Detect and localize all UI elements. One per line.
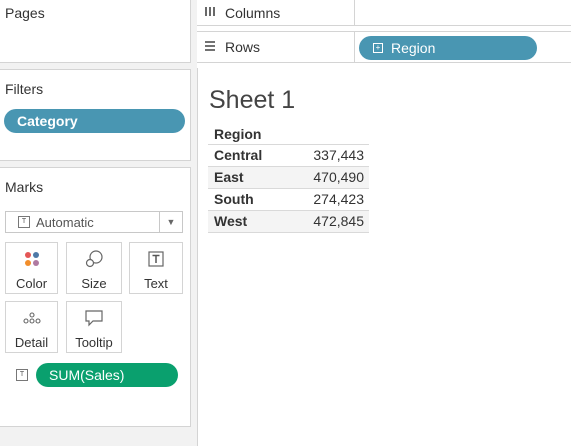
table-row[interactable]: West 472,845 [208,211,369,233]
table-header-region[interactable]: Region [208,124,369,145]
measure-pill-label: SUM(Sales) [49,367,125,383]
filters-card: Filters Category [0,69,191,161]
tooltip-button[interactable]: Tooltip [66,301,122,353]
chevron-down-icon[interactable]: ▼ [159,212,182,232]
filter-pill-category[interactable]: Category [4,109,185,133]
detail-label: Detail [14,335,49,350]
expand-icon[interactable]: + [373,43,383,53]
table-row[interactable]: East 470,490 [208,167,369,189]
rows-icon [203,40,217,55]
rows-shelf-label: Rows [197,32,355,62]
crosstab-table: Region Central 337,443 East 470,490 Sout… [208,124,369,233]
text-button[interactable]: Text [129,242,183,294]
row-label: East [214,169,244,185]
tooltip-label: Tooltip [75,335,113,350]
table-row[interactable]: Central 337,443 [208,145,369,167]
tooltip-icon [67,309,121,327]
detail-icon [6,309,57,327]
size-label: Size [81,276,107,291]
size-button[interactable]: Size [66,242,122,294]
marks-title: Marks [5,179,44,195]
columns-icon [203,5,217,20]
row-value: 470,490 [313,169,364,185]
color-label: Color [15,276,48,291]
columns-shelf[interactable]: Columns [197,0,571,26]
sheet-title: Sheet 1 [209,86,296,114]
filter-pill-label: Category [17,113,78,129]
rows-label: Rows [225,39,261,55]
color-button[interactable]: Color [5,242,58,294]
row-value: 472,845 [313,213,364,229]
detail-button[interactable]: Detail [5,301,58,353]
row-label: South [214,191,254,207]
table-row[interactable]: South 274,423 [208,189,369,211]
filters-title: Filters [5,81,44,97]
row-value: 337,443 [313,147,364,163]
rows-pill-label: Region [391,40,436,56]
row-value: 274,423 [313,191,364,207]
text-label: Text [144,276,168,291]
marks-card: Marks T Automatic ▼ Color Size Text Deta… [0,167,191,427]
rows-pill-region[interactable]: + Region [359,36,537,60]
mark-type-icon: T [18,216,30,228]
rows-shelf[interactable]: Rows + Region [197,31,571,63]
size-icon [67,250,121,268]
row-label: Central [214,147,263,163]
pages-card: Pages [0,0,191,63]
measure-pill-sum-sales[interactable]: SUM(Sales) [36,363,178,387]
text-encoding-icon: T [16,369,28,381]
text-icon [130,250,182,268]
color-icon [6,250,57,268]
columns-label: Columns [225,4,281,21]
columns-shelf-label: Columns [197,0,355,25]
pages-title: Pages [5,5,45,21]
row-label: West [214,213,248,229]
mark-type-value: Automatic [36,214,94,230]
mark-type-dropdown[interactable]: T Automatic ▼ [5,211,183,233]
